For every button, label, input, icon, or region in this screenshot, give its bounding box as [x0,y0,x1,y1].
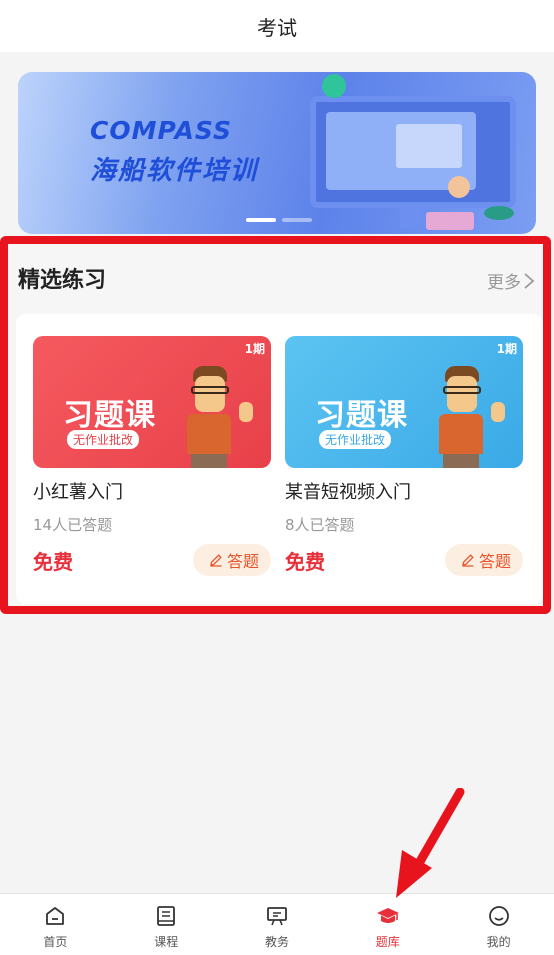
thumbnail-tag: 无作业批改 [319,430,392,449]
practice-name: 某音短视频入门 [285,482,411,503]
promo-banner[interactable]: COMPASS 海船软件培训 [18,72,536,234]
board-icon [267,907,287,926]
smiley-icon [488,906,509,926]
graduation-cap-icon [376,908,399,923]
practice-thumbnail: 1期 习题课 无作业批改 [33,336,271,468]
carousel-indicator [246,218,312,222]
practice-card[interactable]: 1期 习题课 无作业批改 小红薯入门 14人已答题 免费 答题 [33,336,271,576]
top-bar: 考试 [0,0,554,52]
thumbnail-title: 习题课 [315,398,408,433]
monitor-illustration [310,96,516,208]
hand-illustration [239,402,253,422]
book-icon [157,906,176,926]
person-illustration [322,74,346,98]
price-label: 免费 [33,549,73,574]
home-icon [46,907,65,925]
monitor-stand-illustration [400,208,420,228]
chevron-right-icon [524,272,535,289]
laptop-illustration [426,212,474,230]
answer-button-label: 答题 [478,552,511,571]
page-title: 考试 [257,15,297,40]
answer-button-label: 答题 [226,552,259,571]
pointer-arrow-annotation [396,788,465,898]
thumbnail-tag: 无作业批改 [67,430,140,449]
answer-count: 14人已答题 [33,516,113,534]
tab-label: 首页 [43,935,68,949]
more-label: 更多 [487,273,521,293]
period-badge: 1期 [244,342,265,356]
teacher-illustration [187,366,231,468]
hand-illustration [491,402,505,422]
tab-question-bank[interactable]: 题库 [332,894,443,955]
answer-button[interactable]: 答题 [192,544,271,576]
practice-card[interactable]: 1期 习题课 无作业批改 某音短视频入门 8人已答题 免费 答题 [285,336,523,576]
price-label: 免费 [285,549,325,574]
tab-courses[interactable]: 课程 [111,894,222,955]
plant-illustration [484,206,514,220]
practice-list: 1期 习题课 无作业批改 小红薯入门 14人已答题 免费 答题 1期 习题课 无… [16,314,543,604]
section-title: 精选练习 [18,268,107,293]
banner-slogan: 海船软件培训 [90,156,259,186]
pencil-icon [210,554,222,567]
tab-label: 我的 [486,935,511,949]
tab-home[interactable]: 首页 [0,894,111,955]
carousel-dot [282,218,312,222]
featured-practice-section: 精选练习 更多 1期 习题课 无作业批改 小红薯入门 14人已答题 免费 答题 … [0,236,551,614]
practice-name: 小红薯入门 [33,482,123,503]
answer-count: 8人已答题 [285,516,355,534]
carousel-dot-active [246,218,276,222]
bottom-tab-bar: 首页 课程 教务 题库 我的 [0,893,554,955]
tab-profile[interactable]: 我的 [443,894,554,955]
thumbnail-title: 习题课 [63,398,156,433]
practice-thumbnail: 1期 习题课 无作业批改 [285,336,523,468]
more-link[interactable]: 更多 [487,268,535,293]
answer-button[interactable]: 答题 [444,544,523,576]
teacher-illustration [439,366,483,468]
tab-academic[interactable]: 教务 [222,894,333,955]
period-badge: 1期 [496,342,517,356]
tab-label: 教务 [264,935,289,949]
banner-brand: COMPASS [90,116,232,145]
tab-label: 课程 [154,935,179,949]
tab-label: 题库 [375,935,400,949]
pencil-icon [462,554,474,567]
person-illustration [448,176,470,198]
